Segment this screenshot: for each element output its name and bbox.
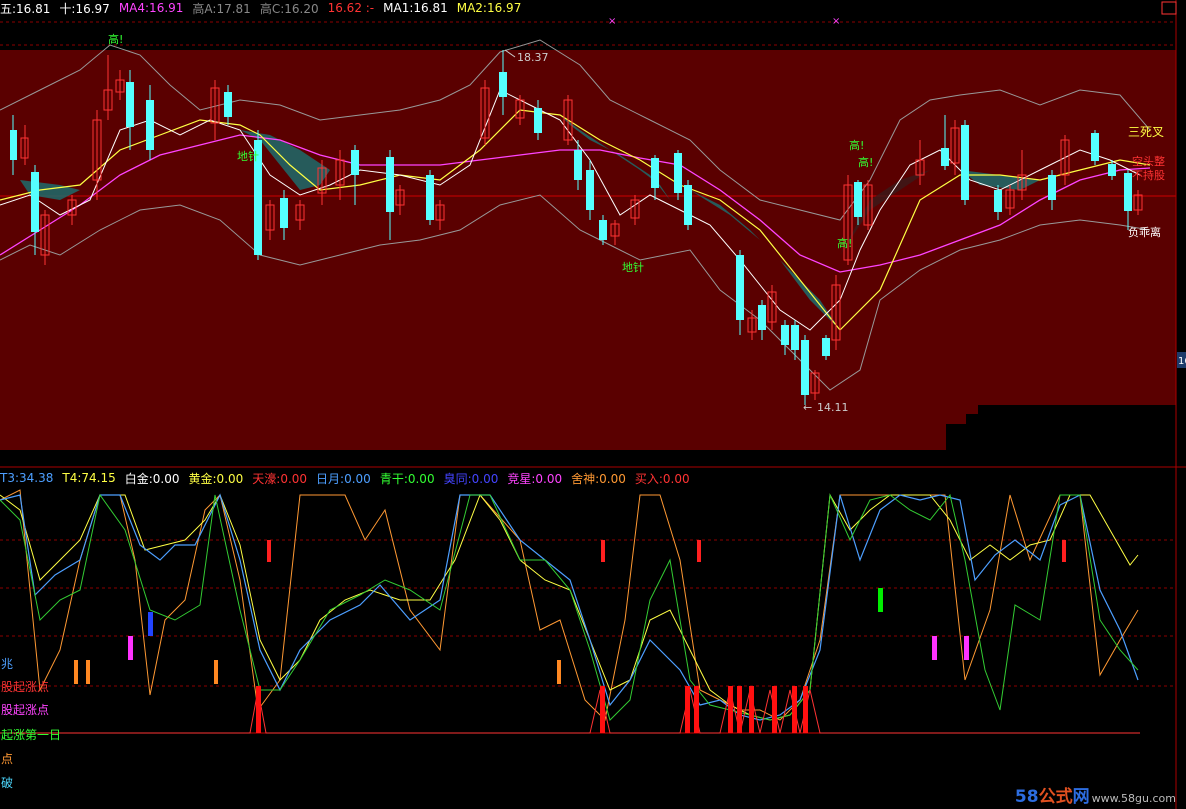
- price-info-item: 五:16.81: [0, 1, 51, 16]
- price-info-item: 高C:16.20: [259, 1, 319, 16]
- indicator-value: 日月:0.00: [316, 471, 371, 486]
- indicator-value: 白金:0.00: [124, 471, 180, 486]
- watermark-num: 58: [1014, 787, 1039, 807]
- annotation-gao: 高!: [849, 138, 864, 152]
- annotation-dizhen: 地针: [622, 260, 644, 274]
- indicator-value: T4:74.15: [62, 471, 116, 485]
- legend-label: 起涨第一日: [1, 728, 62, 742]
- price-panel-bg: [0, 50, 1176, 450]
- annotation-gao: 高!: [858, 155, 873, 169]
- indicator-value: 买入:0.00: [634, 471, 690, 486]
- legend-label: 股起涨点: [1, 703, 50, 717]
- legend-label: 股起涨点: [1, 680, 50, 694]
- legend-label: 兆: [1, 657, 14, 671]
- annotation-gao: 高!: [108, 32, 123, 46]
- annotation-gao: 高!: [837, 236, 852, 250]
- legend-label: 点: [1, 752, 14, 766]
- watermark-domain: www.58gu.com: [1091, 792, 1176, 805]
- low-price-label: 14.11: [817, 401, 849, 414]
- indicator-value: 青干:0.00: [379, 471, 435, 486]
- cross-marker: ×: [608, 16, 616, 27]
- site-watermark: 58公式网 www.58gu.com: [1015, 782, 1176, 807]
- high-price-label: 18.37: [517, 51, 549, 64]
- indicator-value: 竞星:0.00: [507, 471, 563, 486]
- annotation-fuguli: 负乖离: [1128, 225, 1161, 239]
- annotation-dizhen: 地针: [237, 149, 259, 163]
- current-price-label: 16.6: [1178, 356, 1186, 367]
- price-info-item: MA2:16.97: [456, 1, 522, 15]
- indicator-value: T3:34.38: [0, 471, 54, 485]
- indicator-value: 天濠:0.00: [252, 471, 308, 486]
- price-panel-step: [946, 405, 1176, 450]
- indicator-red-base: [0, 689, 1140, 734]
- legend-label: 破: [1, 776, 14, 790]
- expand-icon[interactable]: [1161, 1, 1177, 15]
- annotation-kongtou: 空头整: [1132, 154, 1165, 168]
- low-arrow-icon: ←: [803, 401, 812, 414]
- price-info-item: 十:16.97: [59, 1, 110, 16]
- cross-marker: ×: [832, 16, 840, 27]
- annotation-buchigu: 不持股: [1132, 168, 1165, 182]
- price-info-bar: 五:16.81 十:16.97 MA4:16.91 高A:17.81 高C:16.20 1…: [0, 0, 521, 16]
- indicator-value: 黄金:0.00: [188, 471, 244, 486]
- price-info-item: MA4:16.91: [118, 1, 184, 15]
- price-chart[interactable]: 16.6: [0, 0, 1186, 809]
- indicator-value: 臭同:0.00: [443, 471, 499, 486]
- price-info-item: 16.62 :-: [327, 1, 375, 15]
- price-info-item: 高A:17.81: [192, 1, 251, 16]
- indicator-info-bar: T3:34.38 T4:74.15 白金:0.00 黄金:0.00 天濠:0.00 日月:…: [0, 470, 690, 486]
- watermark-word: 公式: [1038, 787, 1073, 807]
- watermark-net: 网: [1072, 787, 1090, 807]
- price-info-item: MA1:16.81: [383, 1, 448, 15]
- annotation-sansicha: 三死叉: [1128, 125, 1164, 139]
- indicator-value: 舍神:0.00: [571, 471, 626, 486]
